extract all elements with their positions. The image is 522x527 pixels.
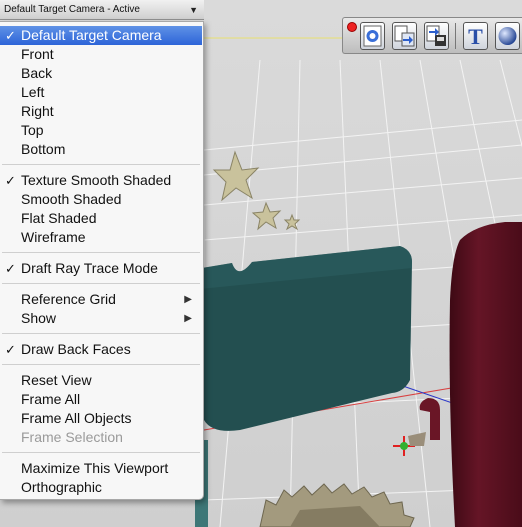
chevron-down-icon: ▼ (189, 5, 198, 15)
menu-item-label: Flat Shaded (21, 210, 97, 226)
menu-separator (2, 164, 200, 165)
menu-item-frame-all[interactable]: Frame All (0, 390, 202, 409)
menu-item-label: Texture Smooth Shaded (21, 172, 172, 188)
menu-separator (2, 252, 200, 253)
export-button[interactable] (424, 22, 449, 50)
camera-selector-label: Default Target Camera - Active (4, 4, 140, 15)
menu-item-frame-selection: Frame Selection (0, 428, 202, 447)
menu-item-label: Frame Selection (21, 429, 123, 445)
menu-item-orthographic[interactable]: Orthographic (0, 478, 202, 497)
menu-item-label: Back (21, 65, 53, 81)
svg-text:T: T (468, 24, 483, 49)
sphere-primitive-button[interactable] (495, 22, 520, 50)
menu-item-label: Draw Back Faces (21, 341, 131, 357)
menu-item-label: Default Target Camera (21, 27, 162, 43)
menu-item-draw-back-faces[interactable]: ✓ Draw Back Faces (0, 340, 202, 359)
menu-item-label: Draft Ray Trace Mode (21, 260, 158, 276)
menu-item-show[interactable]: Show ▶ (0, 309, 202, 328)
menu-separator (2, 452, 200, 453)
import-icon (394, 25, 415, 47)
menu-item-maximize-this-viewport[interactable]: Maximize This Viewport (0, 459, 202, 478)
camera-selector[interactable]: Default Target Camera - Active ▼ (0, 0, 204, 20)
menu-item-bottom[interactable]: Bottom (0, 140, 202, 159)
menu-item-texture-smooth-shaded[interactable]: ✓ Texture Smooth Shaded (0, 171, 202, 190)
menu-item-wireframe[interactable]: Wireframe (0, 228, 202, 247)
checkmark-icon: ✓ (5, 173, 16, 188)
import-button[interactable] (392, 22, 417, 50)
menu-item-reset-view[interactable]: Reset View (0, 371, 202, 390)
menu-item-label: Reference Grid (21, 291, 116, 307)
floating-toolbar: T (342, 17, 522, 54)
close-icon[interactable] (347, 22, 357, 32)
checkmark-icon: ✓ (5, 261, 16, 276)
menu-item-smooth-shaded[interactable]: Smooth Shaded (0, 190, 202, 209)
menu-item-label: Wireframe (21, 229, 86, 245)
text-tool-icon: T (468, 24, 483, 49)
menu-item-label: Front (21, 46, 54, 62)
sphere-primitive-icon (498, 27, 517, 45)
menu-item-top[interactable]: Top (0, 121, 202, 140)
menu-item-label: Reset View (21, 372, 92, 388)
menu-item-label: Maximize This Viewport (21, 460, 169, 476)
checkmark-icon: ✓ (5, 342, 16, 357)
menu-item-label: Left (21, 84, 45, 100)
menu-separator (2, 364, 200, 365)
viewport-menu: ✓ Default Target Camera Front Back Left … (0, 21, 204, 500)
menu-item-label: Orthographic (21, 479, 102, 495)
menu-separator (2, 333, 200, 334)
menu-item-back[interactable]: Back (0, 64, 202, 83)
menu-item-flat-shaded[interactable]: Flat Shaded (0, 209, 202, 228)
menu-separator (2, 283, 200, 284)
menu-item-label: Show (21, 310, 57, 326)
menu-item-left[interactable]: Left (0, 83, 202, 102)
menu-item-label: Right (21, 103, 54, 119)
submenu-arrow-icon: ▶ (184, 294, 192, 305)
menu-item-label: Frame All Objects (21, 410, 132, 426)
submenu-arrow-icon: ▶ (184, 313, 192, 324)
checkmark-icon: ✓ (5, 28, 16, 43)
export-icon (426, 25, 446, 46)
refresh-render-button[interactable] (360, 22, 385, 50)
text-tool-button[interactable]: T (463, 22, 488, 50)
menu-item-frame-all-objects[interactable]: Frame All Objects (0, 409, 202, 428)
menu-item-label: Frame All (21, 391, 81, 407)
menu-item-right[interactable]: Right (0, 102, 202, 121)
menu-item-draft-ray-trace-mode[interactable]: ✓ Draft Ray Trace Mode (0, 259, 202, 278)
menu-item-label: Smooth Shaded (21, 191, 122, 207)
menu-item-label: Top (21, 122, 44, 138)
refresh-render-icon (363, 25, 382, 47)
menu-item-default-target-camera[interactable]: ✓ Default Target Camera (0, 26, 202, 45)
menu-item-reference-grid[interactable]: Reference Grid ▶ (0, 290, 202, 309)
menu-item-label: Bottom (21, 141, 66, 157)
menu-item-front[interactable]: Front (0, 45, 202, 64)
